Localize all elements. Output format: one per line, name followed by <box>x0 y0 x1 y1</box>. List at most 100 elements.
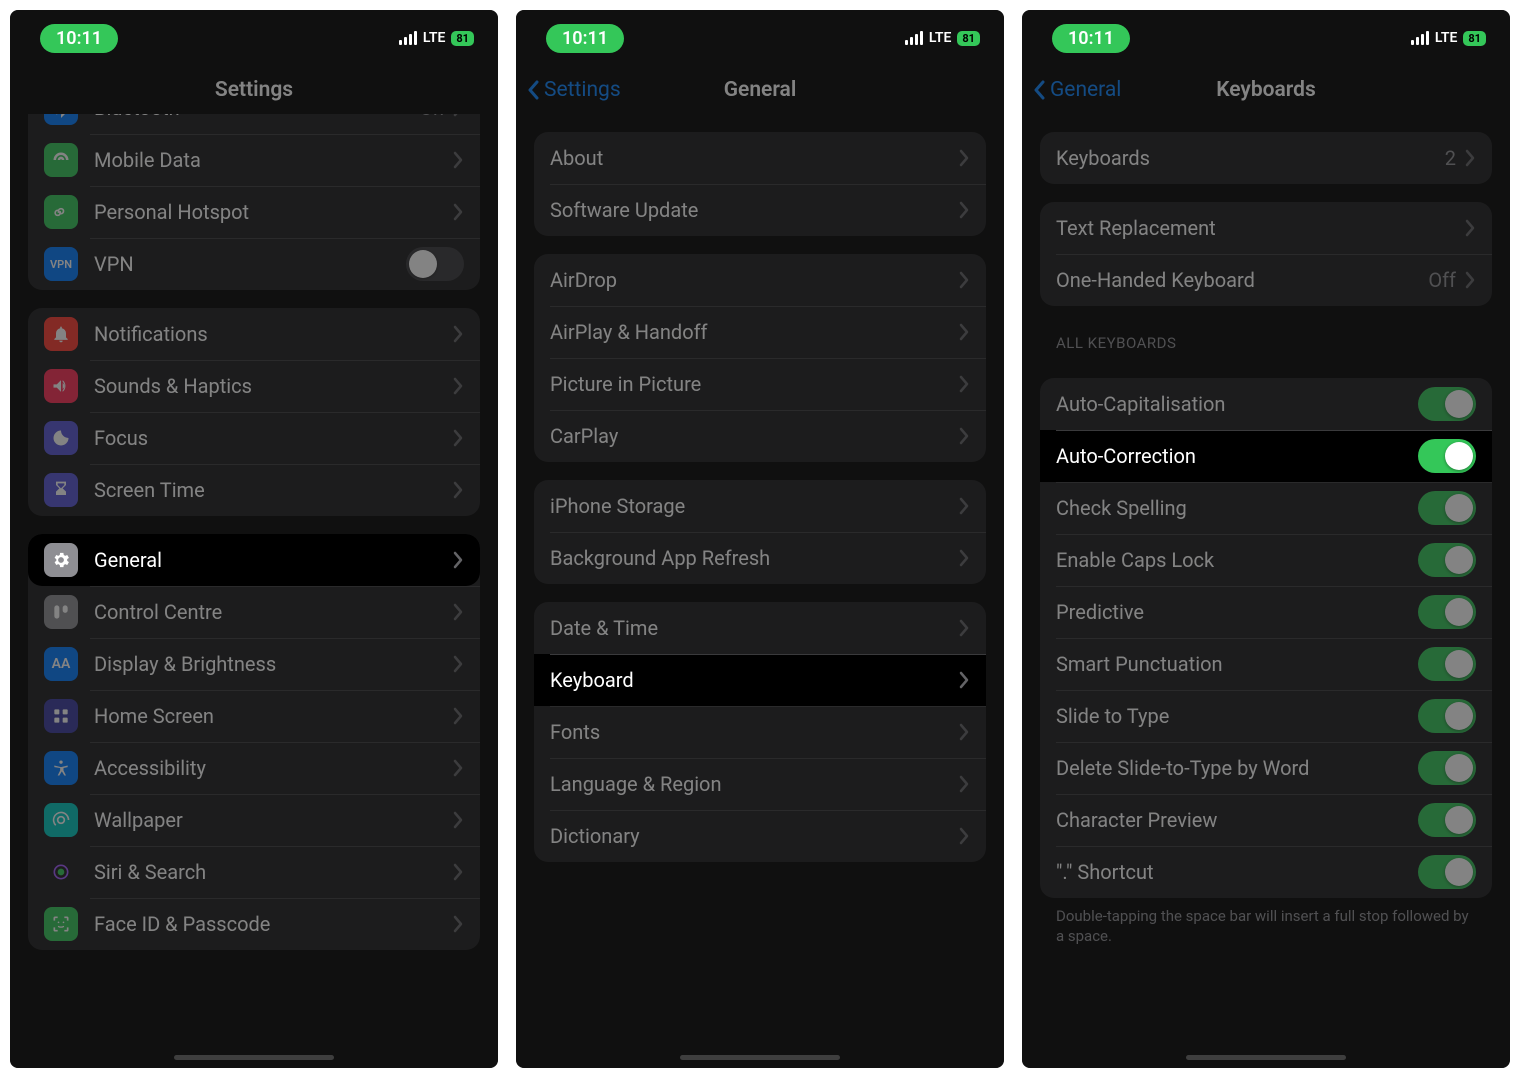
status-time: 10:11 <box>546 24 624 53</box>
toggle-dot-shortcut[interactable] <box>1418 855 1476 889</box>
row-carplay[interactable]: CarPlay <box>534 410 986 462</box>
toggle-auto-cap[interactable] <box>1418 387 1476 421</box>
settings-group: iPhone StorageBackground App Refresh <box>534 480 986 584</box>
row-accessibility[interactable]: Accessibility <box>28 742 480 794</box>
row-auto-cap[interactable]: Auto-Capitalisation <box>1040 378 1492 430</box>
row-keyboards[interactable]: Keyboards2 <box>1040 132 1492 184</box>
section-header-all-keyboards: ALL KEYBOARDS <box>1022 306 1510 360</box>
row-dictionary[interactable]: Dictionary <box>534 810 986 862</box>
row-char-preview[interactable]: Character Preview <box>1040 794 1492 846</box>
row-slide-type[interactable]: Slide to Type <box>1040 690 1492 742</box>
row-smart-punct[interactable]: Smart Punctuation <box>1040 638 1492 690</box>
toggle-delete-slide[interactable] <box>1418 751 1476 785</box>
toggle-auto-correct[interactable] <box>1418 439 1476 473</box>
chevron-right-icon <box>958 827 970 845</box>
row-check-spelling[interactable]: Check Spelling <box>1040 482 1492 534</box>
row-label: Personal Hotspot <box>94 200 452 224</box>
settings-group: Auto-Capitalisation Auto-Correction Check … <box>1040 378 1492 898</box>
row-caps-lock[interactable]: Enable Caps Lock <box>1040 534 1492 586</box>
toggle-smart-punct[interactable] <box>1418 647 1476 681</box>
row-screen-time[interactable]: Screen Time <box>28 464 480 516</box>
toggle-check-spelling[interactable] <box>1418 491 1476 525</box>
row-faceid[interactable]: Face ID & Passcode <box>28 898 480 950</box>
settings-list[interactable]: BluetoothOnMobile Data Personal Hotspot VP… <box>10 114 498 1068</box>
chevron-right-icon <box>452 481 464 499</box>
row-label: About <box>550 146 958 170</box>
battery-icon: 81 <box>957 31 980 46</box>
back-button[interactable]: Settings <box>526 78 621 102</box>
nav-bar: Settings General <box>516 66 1004 114</box>
row-general[interactable]: General <box>28 534 480 586</box>
focus-icon <box>44 421 78 455</box>
chevron-right-icon <box>452 603 464 621</box>
row-delete-slide[interactable]: Delete Slide-to-Type by Word <box>1040 742 1492 794</box>
row-about[interactable]: About <box>534 132 986 184</box>
status-bar: 10:11 LTE 81 <box>1022 10 1510 66</box>
toggle-vpn[interactable] <box>406 247 464 281</box>
row-auto-correct[interactable]: Auto-Correction <box>1040 430 1492 482</box>
row-software-update[interactable]: Software Update <box>534 184 986 236</box>
row-focus[interactable]: Focus <box>28 412 480 464</box>
row-keyboard[interactable]: Keyboard <box>534 654 986 706</box>
toggle-slide-type[interactable] <box>1418 699 1476 733</box>
row-detail: 2 <box>1445 146 1456 170</box>
home-indicator[interactable] <box>680 1055 840 1060</box>
row-personal-hotspot[interactable]: Personal Hotspot <box>28 186 480 238</box>
row-airplay[interactable]: AirPlay & Handoff <box>534 306 986 358</box>
chevron-right-icon <box>452 811 464 829</box>
chevron-right-icon <box>1464 219 1476 237</box>
toggle-char-preview[interactable] <box>1418 803 1476 837</box>
row-label: CarPlay <box>550 424 958 448</box>
chevron-right-icon <box>958 375 970 393</box>
row-label: Check Spelling <box>1056 496 1418 520</box>
row-display[interactable]: AADisplay & Brightness <box>28 638 480 690</box>
row-pip[interactable]: Picture in Picture <box>534 358 986 410</box>
screen-general: 10:11 LTE 81 Settings General About Softw… <box>516 10 1004 1068</box>
row-vpn[interactable]: VPNVPN <box>28 238 480 290</box>
row-language[interactable]: Language & Region <box>534 758 986 810</box>
home-indicator[interactable] <box>174 1055 334 1060</box>
home-indicator[interactable] <box>1186 1055 1346 1060</box>
row-control-centre[interactable]: Control Centre <box>28 586 480 638</box>
chevron-right-icon <box>1464 149 1476 167</box>
chevron-right-icon <box>452 203 464 221</box>
row-storage[interactable]: iPhone Storage <box>534 480 986 532</box>
toggle-predictive[interactable] <box>1418 595 1476 629</box>
row-bluetooth[interactable]: BluetoothOn <box>28 114 480 134</box>
general-list[interactable]: About Software Update AirDropAirPlay & Han… <box>516 114 1004 1068</box>
toggle-caps-lock[interactable] <box>1418 543 1476 577</box>
row-predictive[interactable]: Predictive <box>1040 586 1492 638</box>
row-label: Language & Region <box>550 772 958 796</box>
notifications-icon <box>44 317 78 351</box>
row-wallpaper[interactable]: Wallpaper <box>28 794 480 846</box>
row-text-replacement[interactable]: Text Replacement <box>1040 202 1492 254</box>
row-sounds[interactable]: Sounds & Haptics <box>28 360 480 412</box>
row-label: Slide to Type <box>1056 704 1418 728</box>
screen-settings: 10:11 LTE 81 Settings BluetoothOnMobile … <box>10 10 498 1068</box>
row-label: Auto-Correction <box>1056 444 1418 468</box>
row-label: Face ID & Passcode <box>94 912 452 936</box>
control-centre-icon <box>44 595 78 629</box>
network-label: LTE <box>929 30 951 46</box>
row-label: Control Centre <box>94 600 452 624</box>
row-dot-shortcut[interactable]: "." Shortcut <box>1040 846 1492 898</box>
back-button[interactable]: General <box>1032 78 1121 102</box>
row-label: Delete Slide-to-Type by Word <box>1056 756 1418 780</box>
row-bg-refresh[interactable]: Background App Refresh <box>534 532 986 584</box>
settings-group: Text ReplacementOne-Handed KeyboardOff <box>1040 202 1492 306</box>
row-notifications[interactable]: Notifications <box>28 308 480 360</box>
row-label: Character Preview <box>1056 808 1418 832</box>
row-airdrop[interactable]: AirDrop <box>534 254 986 306</box>
row-home-screen[interactable]: Home Screen <box>28 690 480 742</box>
keyboards-list[interactable]: Keyboards2 Text ReplacementOne-Handed Key… <box>1022 114 1510 1068</box>
row-date-time[interactable]: Date & Time <box>534 602 986 654</box>
row-mobile-data[interactable]: Mobile Data <box>28 134 480 186</box>
chevron-right-icon <box>958 149 970 167</box>
row-siri[interactable]: Siri & Search <box>28 846 480 898</box>
row-one-handed[interactable]: One-Handed KeyboardOff <box>1040 254 1492 306</box>
section-footer: Double-tapping the space bar will insert… <box>1022 898 1510 947</box>
battery-icon: 81 <box>451 31 474 46</box>
row-label: Keyboards <box>1056 146 1445 170</box>
row-fonts[interactable]: Fonts <box>534 706 986 758</box>
wallpaper-icon <box>44 803 78 837</box>
